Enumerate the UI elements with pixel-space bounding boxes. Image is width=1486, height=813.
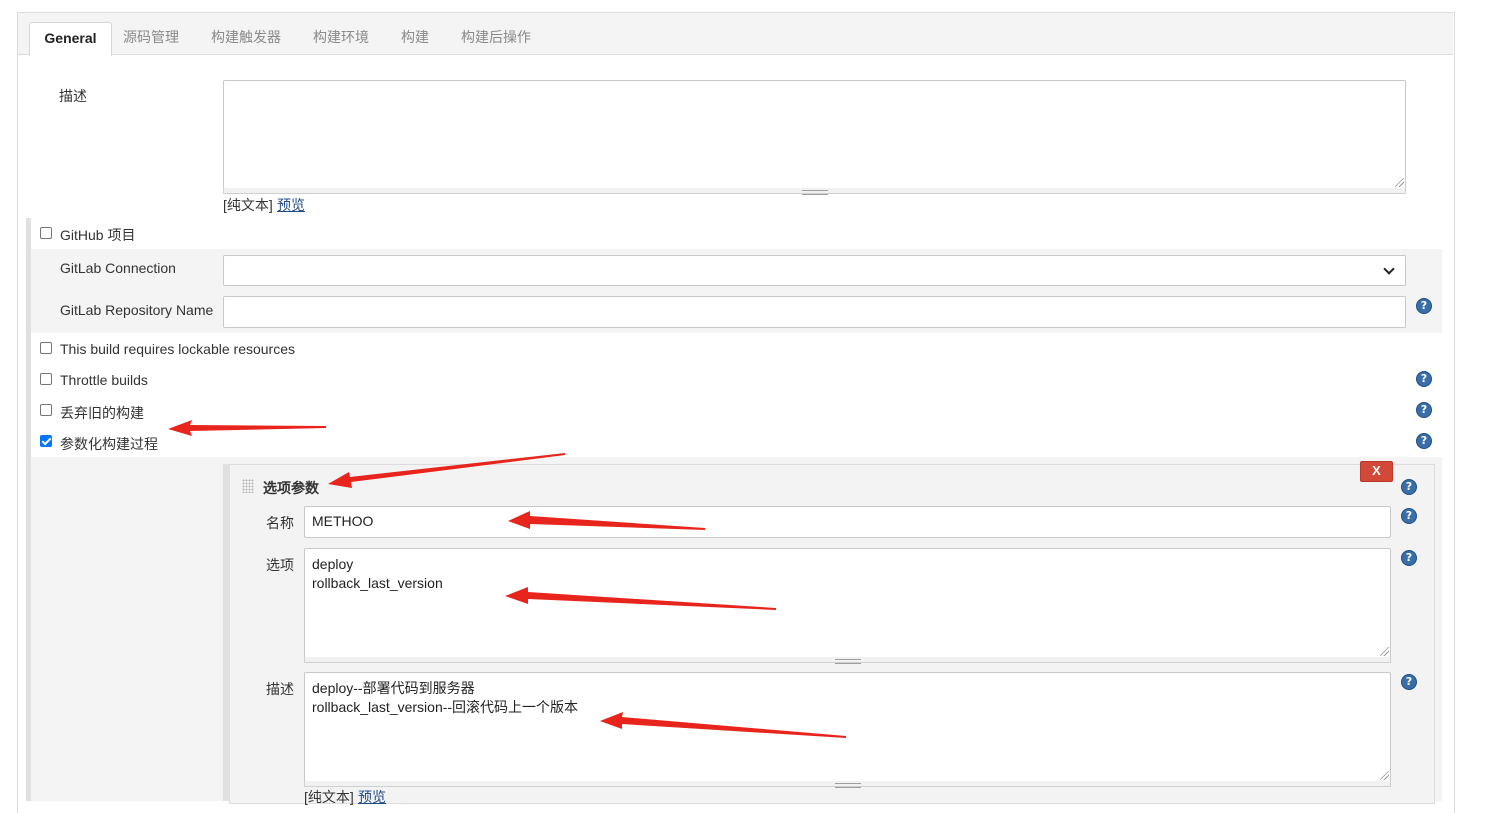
annotation-arrow-icon	[328, 453, 565, 488]
annotation-arrows	[168, 420, 846, 738]
annotation-arrow-icon	[168, 420, 326, 436]
annotation-arrow-icon	[600, 712, 846, 738]
annotation-arrow-icon	[508, 511, 705, 530]
annotation-arrow-icon	[505, 587, 776, 610]
